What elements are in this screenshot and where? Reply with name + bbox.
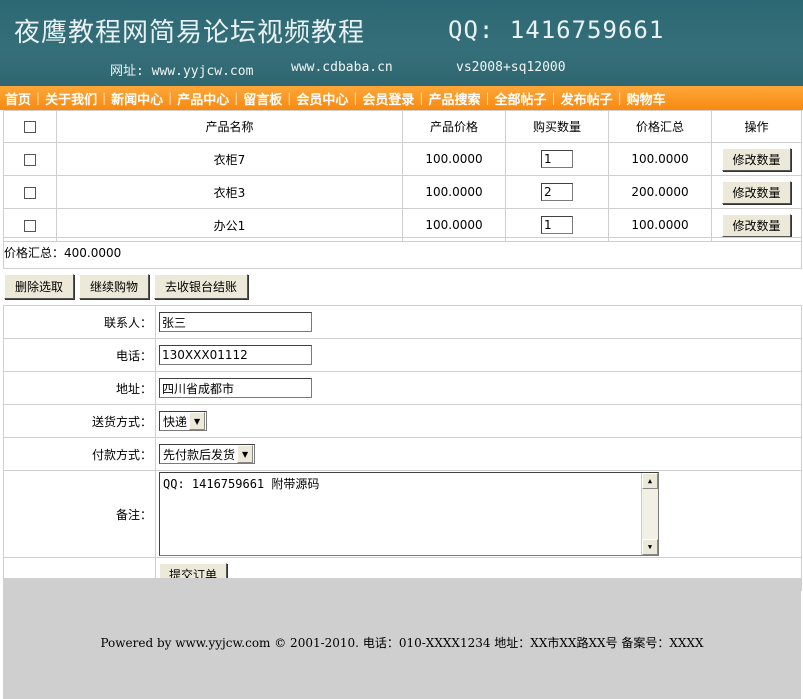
- site-url: 网址: www.yyjcw.com: [110, 64, 254, 79]
- footer-text: Powered by www.yyjcw.com © 2001-2010. 电话…: [100, 636, 704, 650]
- form-row-address: 地址：: [3, 371, 802, 405]
- form-row-payment: 付款方式： 先付款后发货 ▼: [3, 437, 802, 471]
- chevron-down-icon[interactable]: ▼: [237, 445, 254, 463]
- address-cell: [155, 371, 802, 405]
- note-textarea[interactable]: QQ: 1416759661 附带源码 ▲ ▼: [159, 472, 659, 556]
- col-header-name: 产品名称: [56, 110, 403, 143]
- delivery-label: 送货方式：: [3, 404, 156, 438]
- row-checkbox[interactable]: [24, 153, 36, 166]
- payment-label: 付款方式：: [3, 437, 156, 471]
- cart-actions: 删除选取 继续购物 去收银台结账: [4, 274, 249, 299]
- nav-item-home[interactable]: 首页: [0, 89, 36, 108]
- phone-label: 电话：: [3, 338, 156, 372]
- site-banner: 夜鹰教程网简易论坛视频教程 QQ: 1416759661 网址: www.yyj…: [0, 0, 803, 87]
- quantity-input[interactable]: [541, 216, 573, 234]
- qty-cell: [505, 175, 609, 209]
- cart-header-row: 产品名称 产品价格 购买数量 价格汇总 操作: [3, 110, 802, 143]
- select-all-checkbox[interactable]: [24, 121, 36, 133]
- quantity-input[interactable]: [541, 150, 573, 168]
- form-row-contact: 联系人：: [3, 305, 802, 339]
- chevron-down-icon[interactable]: ▼: [189, 412, 206, 430]
- action-cell: 修改数量: [711, 175, 802, 209]
- form-row-delivery: 送货方式： 快递 ▼: [3, 404, 802, 438]
- row-select-cell: [3, 142, 57, 176]
- product-name: 衣柜7: [56, 142, 403, 176]
- action-cell: 修改数量: [711, 142, 802, 176]
- row-select-cell: [3, 175, 57, 209]
- payment-select[interactable]: 先付款后发货 ▼: [159, 444, 256, 464]
- row-checkbox[interactable]: [24, 186, 36, 199]
- site-url-2: www.cdbaba.cn: [291, 60, 393, 75]
- cart-table: 产品名称 产品价格 购买数量 价格汇总 操作 衣柜7 100.0000 100.…: [3, 110, 802, 242]
- product-subtotal: 100.0000: [608, 142, 712, 176]
- update-qty-button[interactable]: 修改数量: [722, 180, 791, 204]
- quantity-input[interactable]: [541, 183, 573, 201]
- col-header-price: 产品价格: [402, 110, 506, 143]
- site-title: 夜鹰教程网简易论坛视频教程: [14, 18, 366, 48]
- product-price: 100.0000: [402, 175, 506, 209]
- col-header-subtotal: 价格汇总: [608, 110, 712, 143]
- product-name: 衣柜3: [56, 175, 403, 209]
- contact-cell: [155, 305, 802, 339]
- delivery-select[interactable]: 快递 ▼: [159, 411, 208, 431]
- nav-item-all-posts[interactable]: 全部帖子: [490, 89, 552, 108]
- nav-item-news[interactable]: 新闻中心: [106, 89, 168, 108]
- table-row: 衣柜3 100.0000 200.0000 修改数量: [3, 175, 802, 209]
- product-subtotal: 200.0000: [608, 175, 712, 209]
- qty-cell: [505, 142, 609, 176]
- scroll-up-icon[interactable]: ▲: [642, 473, 658, 489]
- qq-number: QQ: 1416759661: [448, 16, 665, 44]
- payment-selected-value: 先付款后发货: [163, 447, 236, 462]
- continue-shopping-button[interactable]: 继续购物: [79, 274, 150, 299]
- address-field[interactable]: [159, 378, 312, 398]
- address-label: 地址：: [3, 371, 156, 405]
- select-all-cell: [3, 110, 57, 143]
- table-row: 衣柜7 100.0000 100.0000 修改数量: [3, 142, 802, 176]
- nav-item-member-login[interactable]: 会员登录: [357, 89, 419, 108]
- tech-stack: vs2008+sq12000: [456, 60, 566, 75]
- delete-selected-button[interactable]: 删除选取: [4, 274, 75, 299]
- contact-label: 联系人：: [3, 305, 156, 339]
- form-row-note: 备注： QQ: 1416759661 附带源码 ▲ ▼: [3, 470, 802, 558]
- delivery-cell: 快递 ▼: [155, 404, 802, 438]
- nav-item-product-search[interactable]: 产品搜索: [423, 89, 485, 108]
- payment-cell: 先付款后发货 ▼: [155, 437, 802, 471]
- product-price: 100.0000: [402, 142, 506, 176]
- nav-item-member-center[interactable]: 会员中心: [291, 89, 353, 108]
- nav-item-about[interactable]: 关于我们: [40, 89, 102, 108]
- row-checkbox[interactable]: [24, 219, 36, 232]
- note-text: QQ: 1416759661 附带源码: [163, 477, 320, 491]
- page-footer: Powered by www.yyjcw.com © 2001-2010. 电话…: [3, 578, 801, 699]
- main-nav: 首页 | 关于我们 | 新闻中心 | 产品中心 | 留言板 | 会员中心 | 会员登录 | 产…: [0, 86, 803, 110]
- scroll-down-icon[interactable]: ▼: [642, 539, 658, 555]
- col-header-action: 操作: [711, 110, 802, 143]
- note-cell: QQ: 1416759661 附带源码 ▲ ▼: [155, 470, 802, 558]
- nav-item-products[interactable]: 产品中心: [172, 89, 234, 108]
- update-qty-button[interactable]: 修改数量: [722, 213, 791, 237]
- nav-item-cart[interactable]: 购物车: [622, 89, 671, 108]
- checkout-button[interactable]: 去收银台结账: [154, 274, 249, 299]
- form-row-phone: 电话：: [3, 338, 802, 372]
- order-form: 联系人： 电话： 地址： 送货方式： 快递 ▼ 付款方式： 先付款后发货 ▼ 备…: [3, 305, 802, 591]
- cart-total: 价格汇总：400.0000: [3, 237, 802, 269]
- note-label: 备注：: [3, 470, 156, 558]
- delivery-selected-value: 快递: [163, 414, 188, 429]
- nav-item-guestbook[interactable]: 留言板: [238, 89, 287, 108]
- nav-item-new-post[interactable]: 发布帖子: [556, 89, 618, 108]
- phone-cell: [155, 338, 802, 372]
- contact-field[interactable]: [159, 312, 312, 332]
- phone-field[interactable]: [159, 345, 312, 365]
- col-header-qty: 购买数量: [505, 110, 609, 143]
- update-qty-button[interactable]: 修改数量: [722, 147, 791, 171]
- note-scrollbar[interactable]: ▲ ▼: [641, 473, 658, 555]
